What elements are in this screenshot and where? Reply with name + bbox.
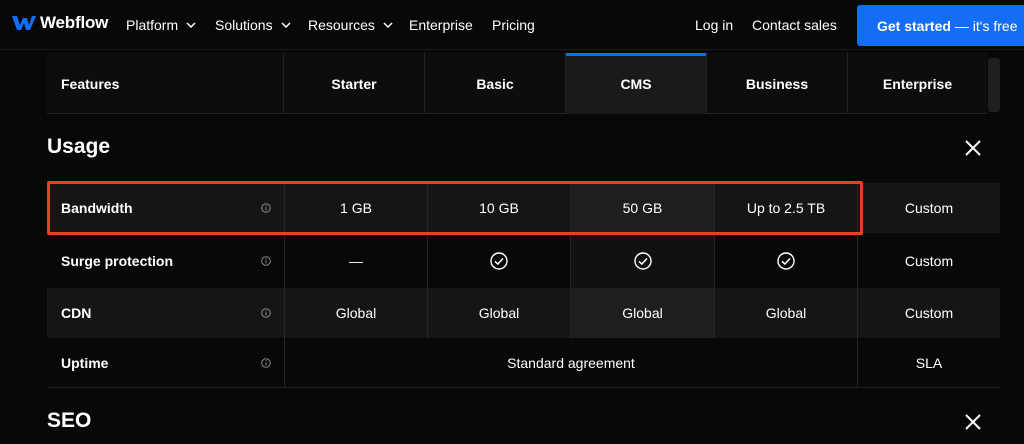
feature-name: CDN: [61, 305, 92, 321]
contact-sales-link[interactable]: Contact sales: [752, 17, 837, 33]
table-row-uptime: Uptime Standard agreement SLA: [47, 338, 1000, 388]
check-icon: [777, 251, 795, 270]
close-icon[interactable]: [964, 139, 982, 157]
chevron-down-icon: [281, 22, 291, 28]
section-title-seo: SEO: [47, 409, 92, 432]
nav-solutions-label: Solutions: [215, 17, 273, 33]
info-icon[interactable]: [261, 255, 271, 266]
section-title-usage: Usage: [47, 135, 111, 158]
cell-business: Global: [715, 288, 858, 338]
table-row-cdn: CDN Global Global Global Global Custom: [47, 288, 1000, 338]
nav-enterprise[interactable]: Enterprise: [409, 17, 473, 33]
cell-starter: Global: [285, 288, 428, 338]
cell-business: [715, 233, 858, 288]
horizontal-scrollbar[interactable]: [988, 58, 1000, 112]
nav-resources-label: Resources: [308, 17, 375, 33]
close-icon[interactable]: [964, 413, 982, 431]
nav-pricing[interactable]: Pricing: [492, 17, 535, 33]
nav-platform[interactable]: Platform: [126, 17, 196, 33]
check-icon: [633, 251, 652, 270]
feature-label: Surge protection: [47, 233, 285, 288]
nav-resources[interactable]: Resources: [308, 17, 393, 33]
cell-cms: 50 GB: [571, 183, 715, 233]
cell-basic: [428, 233, 571, 288]
plan-tab-enterprise[interactable]: Enterprise: [847, 53, 987, 114]
cell-enterprise: Custom: [904, 305, 954, 321]
cell-enterprise: SLA: [915, 354, 943, 371]
feature-label: Bandwidth: [47, 183, 285, 233]
cell-merged-plans: Standard agreement: [285, 338, 858, 387]
cell-cms: Global: [571, 288, 715, 338]
plan-tab-cms[interactable]: CMS: [565, 53, 706, 114]
cell-enterprise: Custom: [904, 200, 954, 216]
plan-tab-basic[interactable]: Basic: [424, 53, 565, 114]
nav-enterprise-label: Enterprise: [409, 17, 473, 33]
info-icon[interactable]: [261, 308, 271, 318]
plan-tab-starter[interactable]: Starter: [283, 53, 424, 114]
chevron-down-icon: [186, 22, 196, 28]
feature-label: CDN: [47, 288, 285, 338]
info-icon[interactable]: [261, 357, 271, 368]
cell-basic: Global: [428, 288, 571, 338]
features-header: Features: [61, 75, 120, 92]
feature-name: Surge protection: [61, 252, 174, 269]
webflow-logo-icon: [12, 16, 36, 30]
nav-solutions[interactable]: Solutions: [215, 17, 291, 33]
get-started-suffix: — it's free: [954, 17, 1018, 34]
get-started-label: Get started: [877, 17, 951, 34]
get-started-button[interactable]: Get started — it's free: [857, 5, 1024, 46]
cell-enterprise: Custom: [904, 252, 954, 269]
cell-business: Up to 2.5 TB: [715, 183, 858, 233]
cell-basic: 10 GB: [428, 183, 571, 233]
feature-label: Uptime: [47, 338, 285, 387]
table-row-bandwidth: Bandwidth 1 GB 10 GB 50 GB Up to 2.5 TB …: [47, 183, 1000, 233]
feature-name: Bandwidth: [61, 200, 133, 216]
cell-starter: —: [285, 233, 428, 288]
feature-name: Uptime: [61, 354, 109, 371]
info-icon[interactable]: [261, 203, 271, 213]
chevron-down-icon: [383, 22, 393, 28]
table-row-surge-protection: Surge protection — Custom: [47, 233, 1000, 288]
plan-header-row: Features Starter Basic CMS Business Ente…: [47, 53, 987, 114]
cell-cms: [571, 233, 715, 288]
plan-tab-business[interactable]: Business: [706, 53, 847, 114]
nav-pricing-label: Pricing: [492, 17, 535, 33]
nav-platform-label: Platform: [126, 17, 179, 33]
cell-starter: 1 GB: [285, 183, 428, 233]
login-link[interactable]: Log in: [695, 17, 733, 33]
check-icon: [490, 251, 508, 270]
webflow-logo[interactable]: Webflow: [12, 13, 108, 33]
brand-name: Webflow: [40, 13, 109, 32]
top-nav: Webflow Platform Solutions Resources Ent…: [0, 0, 1024, 50]
